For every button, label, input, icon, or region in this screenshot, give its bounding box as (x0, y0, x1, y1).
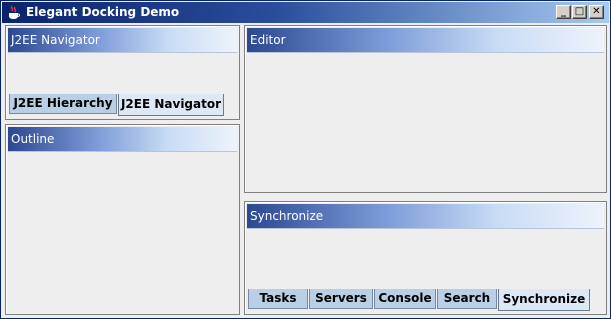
tab-servers[interactable]: Servers (309, 289, 373, 309)
tab-j2ee-navigator[interactable]: J2EE Navigator (118, 94, 224, 116)
java-cup-icon (9, 5, 20, 19)
j2ee-navigator-title: J2EE Navigator (11, 33, 100, 47)
app-window: Elegant Docking Demo _ □ ✕ J2EE Navigato… (0, 0, 611, 319)
editor-header[interactable]: Editor (247, 28, 604, 53)
synchronize-title: Synchronize (250, 209, 324, 223)
synchronize-header[interactable]: Synchronize (247, 204, 604, 229)
tab-synchronize[interactable]: Synchronize (498, 289, 590, 311)
bottom-tab-bar: Tasks Servers Console Search Synchronize (248, 289, 604, 311)
tab-console[interactable]: Console (374, 289, 436, 309)
tab-search[interactable]: Search (437, 289, 497, 309)
title-bar[interactable]: Elegant Docking Demo _ □ ✕ (2, 2, 609, 23)
j2ee-navigator-header[interactable]: J2EE Navigator (8, 28, 237, 53)
outline-title: Outline (11, 132, 55, 146)
editor-panel: Editor (244, 25, 607, 193)
outline-header[interactable]: Outline (8, 127, 237, 152)
outline-panel: Outline (5, 124, 240, 315)
j2ee-navigator-panel: J2EE Navigator J2EE Hierarchy J2EE Navig… (5, 25, 240, 120)
maximize-button[interactable]: □ (572, 5, 587, 19)
window-title: Elegant Docking Demo (26, 5, 180, 19)
editor-title: Editor (250, 33, 286, 47)
synchronize-panel: Synchronize Tasks Servers Console Search… (244, 201, 607, 315)
close-button[interactable]: ✕ (589, 5, 604, 19)
tab-j2ee-hierarchy[interactable]: J2EE Hierarchy (9, 94, 117, 114)
minimize-button[interactable]: _ (556, 5, 571, 19)
top-left-tab-bar: J2EE Hierarchy J2EE Navigator (9, 94, 237, 116)
tab-tasks[interactable]: Tasks (248, 289, 308, 309)
